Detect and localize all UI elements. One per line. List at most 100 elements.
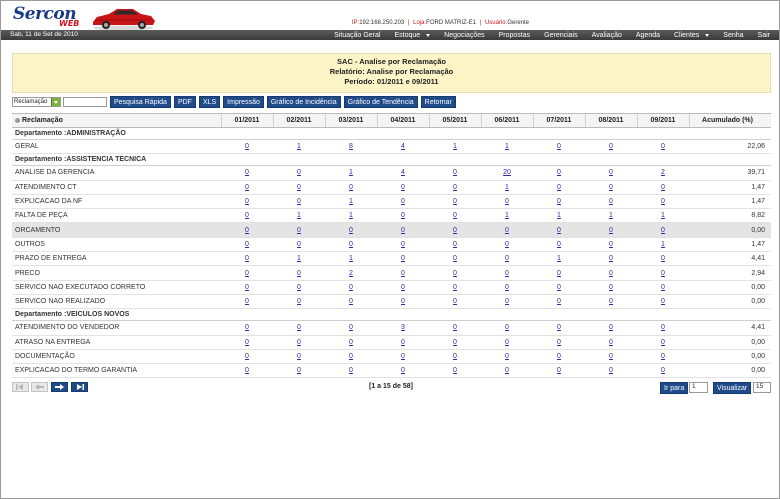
column-header-month[interactable]: 04/2011	[376, 113, 429, 128]
count-link[interactable]: 1	[297, 212, 301, 219]
count-link[interactable]: 0	[557, 143, 561, 150]
nav-item-3[interactable]: Propostas	[492, 30, 538, 40]
table-row[interactable]: ATENDIMENTO DO VENDEDOR 0 0 0 3 0 0 0 0 0 4,41	[12, 320, 771, 336]
count-link[interactable]: 0	[453, 227, 457, 234]
count-link[interactable]: 0	[453, 298, 457, 305]
table-row[interactable]: ATRASO NA ENTREGA 0 0 0 0 0 0 0 0 0 0,00	[12, 335, 771, 350]
count-link[interactable]: 0	[609, 298, 613, 305]
count-link[interactable]: 1	[453, 143, 457, 150]
table-row[interactable]: SERVICO NAO EXECUTADO CORRETO 0 0 0 0 0 0 0 0 0 0,…	[12, 280, 771, 295]
column-header-month[interactable]: 08/2011	[584, 113, 637, 128]
column-header-month[interactable]: 01/2011	[220, 113, 273, 128]
count-link[interactable]: 0	[557, 339, 561, 346]
nav-item-5[interactable]: Avaliação	[585, 30, 629, 40]
count-link[interactable]: 0	[401, 212, 405, 219]
count-link[interactable]: 0	[349, 184, 353, 191]
nav-item-8[interactable]: Senha	[716, 30, 750, 40]
count-link[interactable]: 0	[297, 339, 301, 346]
column-header-month[interactable]: 06/2011	[480, 113, 533, 128]
table-row[interactable]: PRECO 0 0 2 0 0 0 0 0 0 2,94	[12, 265, 771, 281]
count-link[interactable]: 0	[661, 255, 665, 262]
table-row[interactable]: OUTROS 0 0 0 0 0 0 0 0 1 1,47	[12, 237, 771, 253]
count-link[interactable]: 0	[245, 212, 249, 219]
count-link[interactable]: 0	[297, 284, 301, 291]
count-link[interactable]: 0	[661, 184, 665, 191]
nav-item-4[interactable]: Gerenciais	[537, 30, 584, 40]
count-link[interactable]: 0	[297, 169, 301, 176]
count-link[interactable]: 0	[453, 324, 457, 331]
count-link[interactable]: 0	[245, 184, 249, 191]
count-link[interactable]: 0	[609, 353, 613, 360]
nav-item-7[interactable]: Clientes	[667, 30, 716, 40]
previous-page-button[interactable]	[31, 382, 48, 392]
count-link[interactable]: 4	[401, 143, 405, 150]
count-link[interactable]: 1	[661, 241, 665, 248]
count-link[interactable]: 0	[453, 198, 457, 205]
count-link[interactable]: 0	[609, 198, 613, 205]
table-row[interactable]: GERAL 0 1 8 4 1 1 0 0 0 22,06	[12, 139, 771, 155]
pdf-button[interactable]: PDF	[173, 96, 196, 108]
count-link[interactable]: 1	[557, 255, 561, 262]
count-link[interactable]: 0	[661, 270, 665, 277]
count-link[interactable]: 0	[453, 367, 457, 374]
view-button[interactable]: Visualizar	[713, 382, 752, 394]
nav-item-2[interactable]: Negociações	[437, 30, 491, 40]
count-link[interactable]: 1	[557, 212, 561, 219]
count-link[interactable]: 0	[505, 270, 509, 277]
nav-item-1[interactable]: Estoque	[387, 30, 437, 40]
count-link[interactable]: 0	[245, 324, 249, 331]
count-link[interactable]: 0	[453, 169, 457, 176]
count-link[interactable]: 0	[453, 339, 457, 346]
count-link[interactable]: 1	[349, 169, 353, 176]
print-button[interactable]: Impressão	[223, 96, 264, 108]
nav-item-6[interactable]: Agenda	[629, 30, 667, 40]
count-link[interactable]: 3	[401, 324, 405, 331]
count-link[interactable]: 0	[401, 227, 405, 234]
chevron-down-icon[interactable]	[51, 98, 60, 106]
column-header-month[interactable]: 09/2011	[636, 113, 689, 128]
table-row[interactable]: DOCUMENTAÇÃO 0 0 0 0 0 0 0 0 0 0,00	[12, 349, 771, 365]
count-link[interactable]: 0	[661, 367, 665, 374]
count-link[interactable]: 0	[661, 339, 665, 346]
count-link[interactable]: 0	[661, 143, 665, 150]
column-header-reclamacao[interactable]: Reclamação	[12, 113, 221, 128]
count-link[interactable]: 0	[557, 169, 561, 176]
table-row[interactable]: ANALISE DA GERENCIA 0 0 1 4 0 20 0 0 2 39,71	[12, 165, 771, 181]
count-link[interactable]: 0	[505, 227, 509, 234]
count-link[interactable]: 0	[609, 339, 613, 346]
table-row[interactable]: ATENDIMENTO CT 0 0 0 0 0 1 0 0 0 1,47	[12, 180, 771, 195]
count-link[interactable]: 0	[297, 353, 301, 360]
count-link[interactable]: 0	[297, 227, 301, 234]
column-header-month[interactable]: 07/2011	[532, 113, 585, 128]
count-link[interactable]: 0	[505, 339, 509, 346]
count-link[interactable]: 0	[505, 367, 509, 374]
count-link[interactable]: 0	[401, 367, 405, 374]
count-link[interactable]: 0	[505, 284, 509, 291]
count-link[interactable]: 0	[609, 367, 613, 374]
count-link[interactable]: 0	[609, 169, 613, 176]
count-link[interactable]: 0	[453, 212, 457, 219]
count-link[interactable]: 0	[661, 298, 665, 305]
column-header-month[interactable]: 02/2011	[272, 113, 325, 128]
goto-page-button[interactable]: Ir para	[660, 382, 689, 394]
count-link[interactable]: 0	[401, 353, 405, 360]
count-link[interactable]: 0	[453, 184, 457, 191]
count-link[interactable]: 0	[557, 298, 561, 305]
count-link[interactable]: 0	[557, 227, 561, 234]
count-link[interactable]: 0	[245, 270, 249, 277]
count-link[interactable]: 0	[245, 367, 249, 374]
count-link[interactable]: 1	[349, 255, 353, 262]
count-link[interactable]: 1	[297, 255, 301, 262]
back-button[interactable]: Retornar	[420, 96, 456, 108]
count-link[interactable]: 0	[245, 339, 249, 346]
nav-item-9[interactable]: Sair	[751, 30, 777, 40]
count-link[interactable]: 0	[505, 198, 509, 205]
count-link[interactable]: 0	[349, 339, 353, 346]
count-link[interactable]: 20	[503, 169, 511, 176]
table-row[interactable]: SERVICO NAO REALIZADO 0 0 0 0 0 0 0 0 0 0,00	[12, 294, 771, 310]
table-row[interactable]: FALTA DE PEÇA 0 1 1 0 0 1 1 1 1 8,82	[12, 208, 771, 224]
last-page-button[interactable]	[71, 382, 88, 392]
count-link[interactable]: 0	[505, 324, 509, 331]
count-link[interactable]: 2	[349, 270, 353, 277]
count-link[interactable]: 8	[349, 143, 353, 150]
